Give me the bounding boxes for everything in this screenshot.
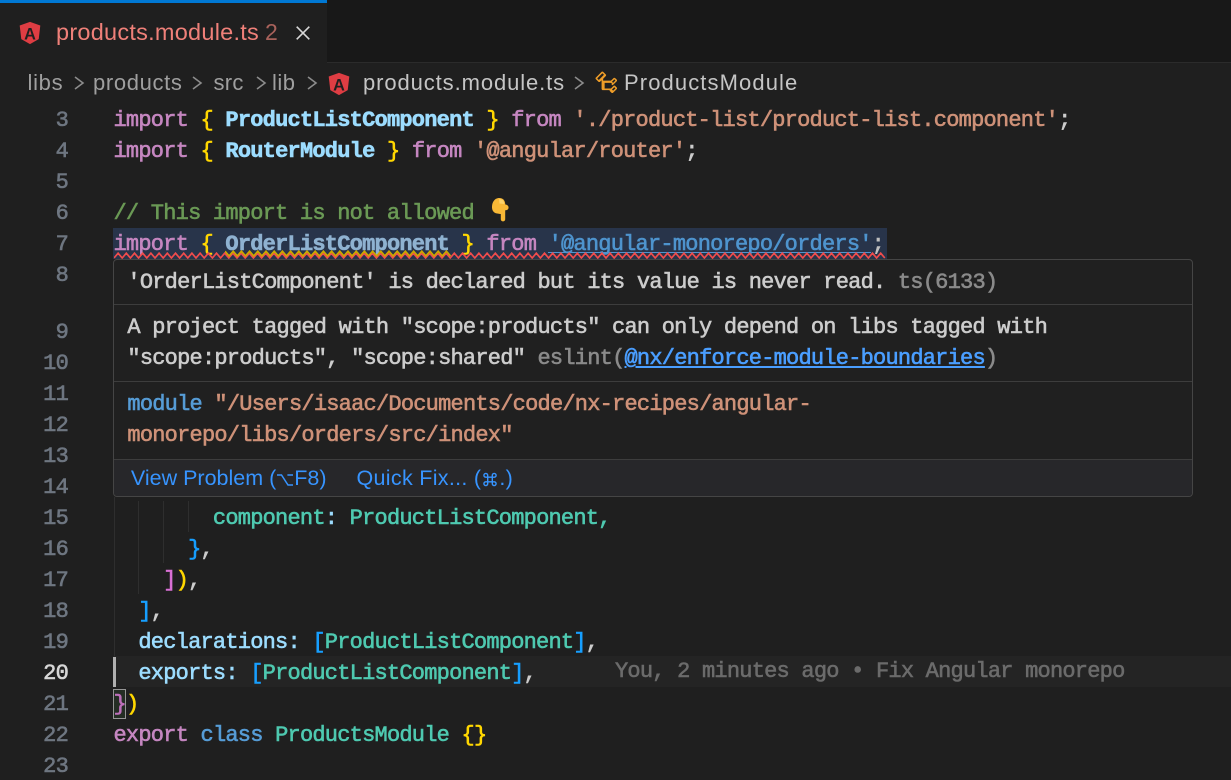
- svg-text:A: A: [333, 76, 345, 94]
- svg-text:A: A: [24, 25, 36, 43]
